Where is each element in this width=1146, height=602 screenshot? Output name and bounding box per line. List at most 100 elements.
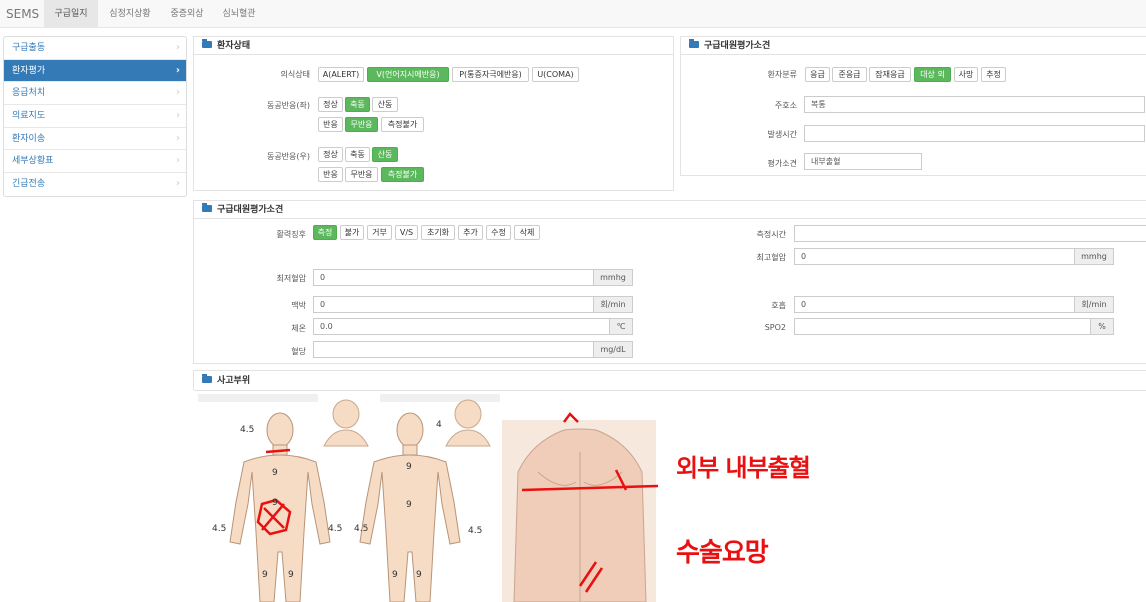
systolic-input[interactable]: 0 [794, 248, 1075, 265]
pupil-left-miosis-button[interactable]: 축동 [345, 97, 370, 112]
pulse-label: 맥박 [291, 301, 306, 310]
class-emergency-button[interactable]: 응급 [805, 67, 830, 82]
pupil-right-unmeasurable-button[interactable]: 측정불가 [381, 167, 424, 182]
pupil-right-normal-button[interactable]: 정상 [318, 147, 343, 162]
assessment-label: 평가소견 [767, 159, 797, 168]
folder-open-icon [202, 39, 212, 48]
vs-reset-button[interactable]: 초기화 [421, 225, 455, 240]
chevron-right-icon: › [176, 110, 180, 122]
top-navbar: SEMS 구급일지 심정지상황 중증외상 심뇌혈관 [0, 0, 1146, 28]
injury-body-diagram[interactable]: 4.5 9 9 4.5 4.5 9 9 4 9 9 4.5 4.5 9 9 외부… [192, 392, 844, 602]
vital-signs-label: 활력징후 [276, 230, 306, 239]
consciousness-label: 의식상태 [280, 70, 310, 79]
respiration-unit: 회/min [1075, 296, 1114, 313]
consciousness-alert-button[interactable]: A(ALERT) [318, 67, 364, 82]
body-percent-label: 4.5 [212, 524, 227, 534]
body-percent-label: 4 [436, 420, 442, 430]
consciousness-verbal-button[interactable]: V(언어지시에반응) [367, 67, 449, 82]
head-side-thumbnail [445, 399, 491, 447]
temperature-label: 체온 [291, 324, 306, 333]
sidebar-item-patient-eval[interactable]: 환자평가 › [4, 59, 186, 83]
body-percent-label: 9 [392, 570, 398, 580]
sidebar-item-detail[interactable]: 세부상황표 › [4, 150, 186, 174]
glucose-unit: mg/dL [594, 341, 633, 358]
body-percent-label: 4.5 [328, 524, 343, 534]
folder-open-icon [202, 374, 212, 383]
pulse-input[interactable]: 0 [313, 296, 594, 313]
pupil-left-mydriasis-button[interactable]: 산동 [372, 97, 398, 112]
patient-state-panel: 환자상태 의식상태 A(ALERT) V(언어지시에반응) P(통증자극에반응)… [193, 36, 674, 191]
body-percent-label: 4.5 [468, 526, 483, 536]
sidebar-item-label: 환자평가 [12, 65, 46, 76]
respiration-input[interactable]: 0 [794, 296, 1075, 313]
onset-time-input[interactable] [804, 125, 1145, 142]
pupil-right-noreact-button[interactable]: 무반응 [345, 167, 378, 182]
sidebar-item-label: 긴급전송 [12, 179, 46, 190]
chevron-right-icon: › [176, 155, 180, 167]
pupil-right-react-button[interactable]: 반응 [318, 167, 343, 182]
sidebar-item-dispatch[interactable]: 구급출동 › [4, 37, 186, 60]
spo2-input[interactable] [794, 318, 1091, 335]
chief-complaint-input[interactable]: 복통 [804, 96, 1145, 113]
panel-header: 환자상태 [194, 37, 673, 55]
pupil-right-label: 동공반응(우) [266, 152, 310, 161]
consciousness-pain-button[interactable]: P(통증자극에반응) [452, 67, 529, 82]
temperature-input[interactable]: 0.0 [313, 318, 610, 335]
pupil-left-normal-button[interactable]: 정상 [318, 97, 343, 112]
measure-time-label: 측정시간 [756, 230, 786, 239]
panel-header: 구급대원평가소견 [681, 37, 1146, 55]
panel-title: 구급대원평가소견 [704, 41, 771, 51]
sidebar-item-transport[interactable]: 환자이송 › [4, 128, 186, 151]
assessment-input[interactable]: 내부출혈 [804, 153, 922, 170]
vs-edit-button[interactable]: 수정 [486, 225, 511, 240]
sidebar-item-medical-guidance[interactable]: 의료지도 › [4, 105, 186, 128]
sidebar-item-label: 의료지도 [12, 111, 46, 122]
body-percent-label: 4.5 [240, 425, 255, 435]
class-potential-button[interactable]: 잠재응급 [869, 67, 911, 82]
pupil-left-unmeasurable-button[interactable]: 측정불가 [381, 117, 424, 132]
body-percent-label: 9 [262, 570, 268, 580]
folder-open-icon [689, 39, 699, 48]
pupil-right-miosis-button[interactable]: 축동 [345, 147, 370, 162]
sidebar-item-urgent-send[interactable]: 긴급전송 › [4, 173, 186, 196]
vs-add-button[interactable]: 추가 [458, 225, 483, 240]
tab-severe-trauma[interactable]: 중증외상 [163, 0, 211, 28]
pupil-left-noreact-button[interactable]: 무반응 [345, 117, 378, 132]
tab-cardiac-arrest[interactable]: 심정지상황 [100, 0, 160, 28]
chevron-right-icon: › [176, 42, 180, 53]
consciousness-coma-button[interactable]: U(COMA) [532, 67, 579, 82]
body-percent-label: 9 [416, 570, 422, 580]
diastolic-label: 최저혈압 [276, 274, 306, 283]
vs-delete-button[interactable]: 삭제 [514, 225, 540, 240]
sidebar-item-label: 구급출동 [12, 43, 46, 53]
pulse-unit: 회/min [594, 296, 633, 313]
glucose-input[interactable] [313, 341, 594, 358]
temperature-unit: ℃ [610, 318, 633, 335]
vs-refuse-button[interactable]: 거부 [367, 225, 392, 240]
class-presumed-button[interactable]: 추정 [981, 67, 1006, 82]
class-non-target-button[interactable]: 대상 외 [914, 67, 951, 82]
measure-time-input[interactable] [794, 225, 1146, 242]
assessment-panel: 구급대원평가소견 환자분류 응급 준응급 잠재응급 대상 외 사망 추정 주호소… [680, 36, 1146, 176]
sidebar: 구급출동 › 환자평가 › 응급처치 › 의료지도 › 환자이송 › 세부상황표 › 긴급전… [3, 36, 187, 197]
pupil-right-mydriasis-button[interactable]: 산동 [372, 147, 398, 162]
brand-logo[interactable]: SEMS [6, 7, 39, 21]
class-death-button[interactable]: 사망 [954, 67, 978, 82]
patient-class-label: 환자분류 [767, 70, 797, 79]
vs-measure-button[interactable]: 측정 [313, 225, 337, 240]
tab-cardio-cerebro[interactable]: 심뇌혈관 [214, 0, 264, 28]
chevron-right-icon: › [176, 178, 180, 190]
chevron-right-icon: › [175, 64, 180, 76]
panel-title: 구급대원평가소견 [217, 205, 284, 215]
systolic-unit: mmhg [1075, 248, 1114, 265]
panel-header: 사고부위 [194, 371, 1146, 391]
vs-vs-button[interactable]: V/S [395, 225, 418, 240]
sidebar-item-first-aid[interactable]: 응급처치 › [4, 82, 186, 106]
body-percent-label: 9 [406, 462, 412, 472]
vs-unable-button[interactable]: 불가 [340, 225, 364, 240]
diastolic-input[interactable]: 0 [313, 269, 594, 286]
chevron-right-icon: › [176, 132, 180, 144]
class-semi-emergency-button[interactable]: 준응급 [832, 67, 867, 82]
tab-rescue-log[interactable]: 구급일지 [44, 0, 98, 28]
pupil-left-react-button[interactable]: 반응 [318, 117, 343, 132]
